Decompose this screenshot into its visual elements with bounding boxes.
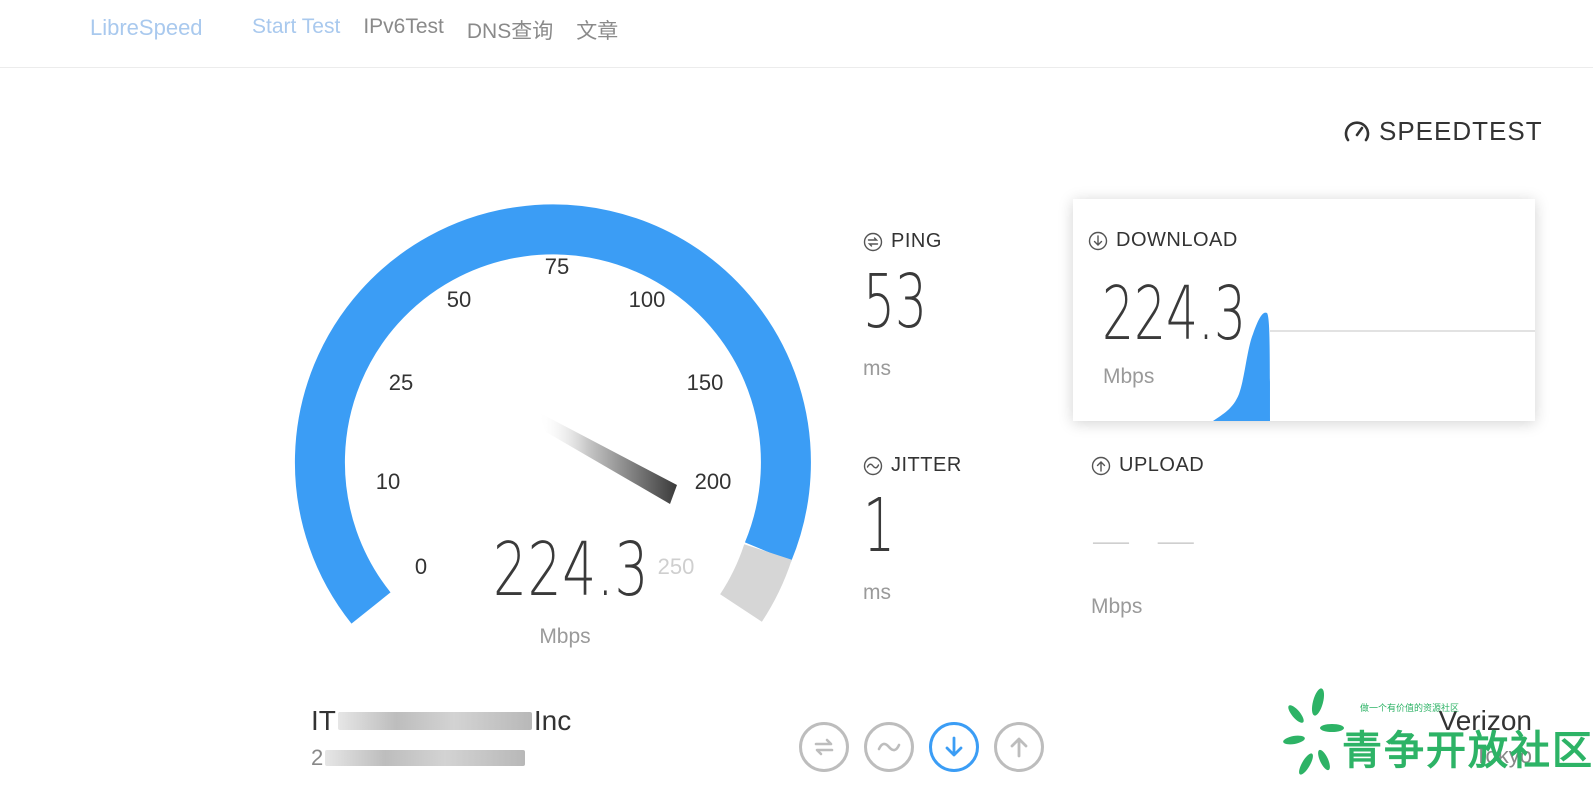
gauge-icon bbox=[1344, 120, 1370, 141]
download-header: DOWNLOAD bbox=[1088, 229, 1238, 252]
top-nav: LibreSpeed Start Test IPv6Test DNS查询 文章 bbox=[0, 0, 1593, 68]
jitter-icon bbox=[863, 456, 883, 475]
isp-ip: 2 bbox=[311, 745, 571, 771]
ping-icon bbox=[814, 738, 834, 756]
ping-panel: PING 53 ms bbox=[863, 230, 957, 381]
isp-name-suffix: Inc bbox=[533, 705, 572, 736]
download-panel: DOWNLOAD 224.3 Mbps bbox=[1073, 199, 1535, 421]
upload-arrow-icon bbox=[1091, 456, 1111, 475]
gauge-label-0: 0 bbox=[415, 554, 427, 579]
upload-control[interactable] bbox=[994, 722, 1044, 772]
nav-links: Start Test IPv6Test DNS查询 文章 bbox=[252, 15, 641, 45]
jitter-label: JITTER bbox=[891, 454, 962, 476]
ping-icon bbox=[863, 232, 883, 251]
download-unit: Mbps bbox=[1103, 365, 1155, 388]
gauge-speed-unit: Mbps bbox=[539, 625, 591, 648]
gauge-needle bbox=[538, 412, 677, 504]
isp-ip-prefix: 2 bbox=[311, 745, 324, 770]
upload-label: UPLOAD bbox=[1119, 454, 1205, 476]
watermark-title: 青争开放社区 bbox=[1342, 729, 1593, 773]
leaf-logo-icon bbox=[1283, 688, 1344, 775]
download-label: DOWNLOAD bbox=[1116, 229, 1238, 251]
gauge-label-250: 250 bbox=[658, 554, 695, 579]
gauge-label-25: 25 bbox=[389, 370, 413, 395]
gauge-label-10: 10 bbox=[376, 469, 400, 494]
nav-ipv6-test[interactable]: IPv6Test bbox=[363, 15, 444, 45]
isp-name: IT Inc bbox=[311, 705, 571, 737]
jitter-icon bbox=[877, 742, 901, 752]
ping-control[interactable] bbox=[799, 722, 849, 772]
gauge-speed-value: 224.3 bbox=[493, 527, 650, 613]
gauge-label-100: 100 bbox=[629, 287, 666, 312]
speedtest-logo-text: SPEEDTEST bbox=[1379, 116, 1543, 146]
gauge-label-150: 150 bbox=[687, 370, 724, 395]
upload-value: — — bbox=[1091, 518, 1202, 564]
upload-header: UPLOAD bbox=[1091, 454, 1204, 477]
upload-arrow-icon bbox=[1010, 737, 1028, 758]
download-control[interactable] bbox=[929, 722, 979, 772]
test-controls bbox=[799, 722, 1059, 772]
jitter-value: 1 bbox=[863, 483, 896, 569]
isp-name-prefix: IT bbox=[311, 705, 336, 736]
ping-label: PING bbox=[891, 230, 942, 252]
isp-ip-redacted bbox=[325, 750, 526, 766]
speedtest-logo: SPEEDTEST bbox=[1343, 116, 1543, 147]
nav-dns-query[interactable]: DNS查询 bbox=[467, 15, 553, 45]
gauge-label-75: 75 bbox=[545, 254, 569, 279]
jitter-unit: ms bbox=[863, 581, 891, 604]
ping-unit: ms bbox=[863, 357, 891, 380]
watermark-tagline: 做一个有价值的资源社区 bbox=[1360, 703, 1460, 713]
download-value: 224.3 bbox=[1102, 271, 1247, 357]
gauge-label-50: 50 bbox=[447, 287, 471, 312]
gauge-label-200: 200 bbox=[695, 469, 732, 494]
nav-start-test[interactable]: Start Test bbox=[252, 15, 340, 45]
upload-panel: UPLOAD — — Mbps bbox=[1091, 454, 1204, 619]
jitter-header: JITTER bbox=[863, 454, 962, 477]
download-arrow-icon bbox=[1088, 231, 1108, 250]
isp-name-redacted bbox=[337, 712, 532, 730]
ping-header: PING bbox=[863, 230, 957, 253]
isp-info: IT Inc 2 bbox=[311, 705, 571, 771]
upload-unit: Mbps bbox=[1091, 595, 1143, 618]
download-arrow-icon bbox=[945, 736, 963, 757]
gauge-remaining-arc bbox=[719, 543, 792, 622]
nav-articles[interactable]: 文章 bbox=[576, 15, 618, 45]
watermark: 做一个有价值的资源社区 青争开放社区 bbox=[1280, 684, 1592, 784]
ping-value: 53 bbox=[863, 259, 928, 345]
jitter-panel: JITTER 1 ms bbox=[863, 454, 962, 605]
jitter-control[interactable] bbox=[864, 722, 914, 772]
brand-link[interactable]: LibreSpeed bbox=[90, 15, 203, 41]
